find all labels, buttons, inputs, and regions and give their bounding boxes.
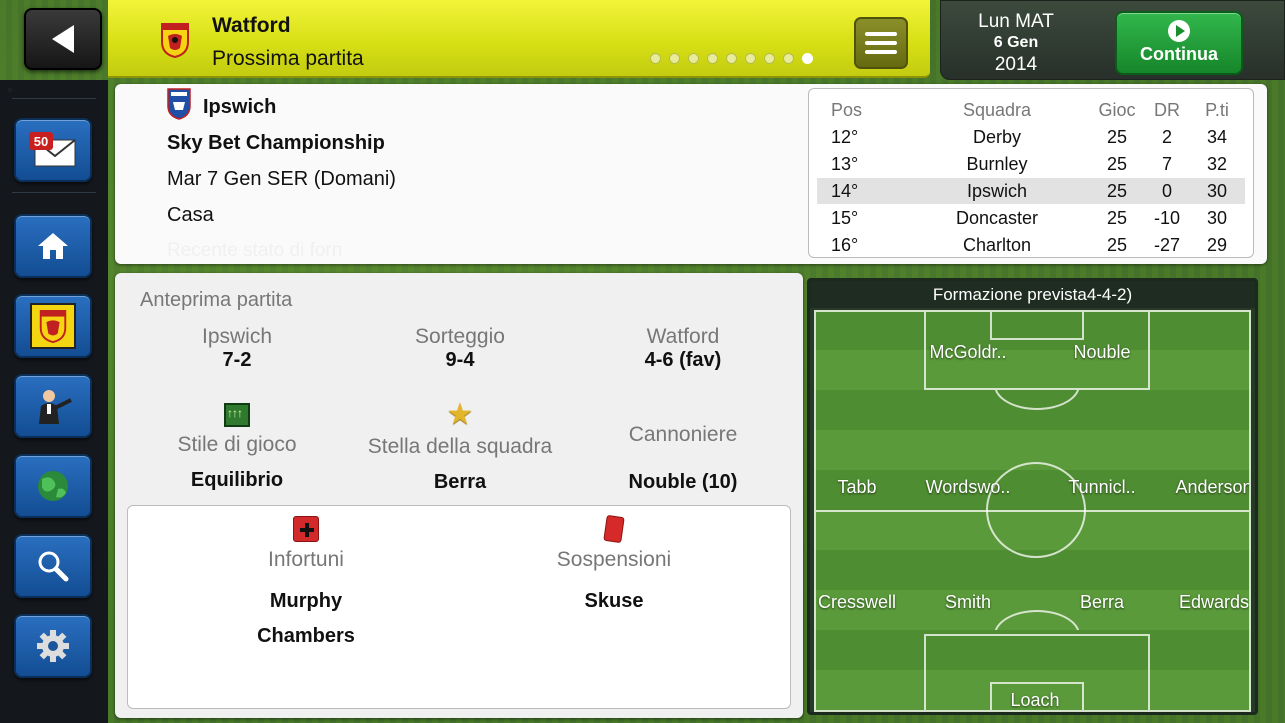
sidebar: 50 [0, 80, 108, 723]
sidebar-item-home[interactable] [14, 214, 92, 278]
sidebar-item-manager[interactable] [14, 374, 92, 438]
sidebar-item-club[interactable] [14, 294, 92, 358]
injuries-section: Infortuni Murphy Chambers [196, 516, 416, 648]
player-defender[interactable]: Edwards [1159, 592, 1249, 613]
player-midfielder[interactable]: Wordswo.. [913, 477, 1023, 498]
page-dot[interactable] [764, 53, 775, 64]
absences-card: Infortuni Murphy Chambers Sospensioni Sk… [127, 505, 791, 709]
table-header: Pos Squadra Gioc DR P.ti [831, 100, 1229, 120]
predicted-formation[interactable]: Formazione prevista4-4-2) McGoldr.. Noub… [807, 278, 1258, 715]
sidebar-item-settings[interactable] [14, 614, 92, 678]
page-dot[interactable] [650, 53, 661, 64]
hamburger-menu-icon [865, 32, 897, 36]
home-icon [38, 233, 68, 259]
page-dot[interactable] [726, 53, 737, 64]
star-player: ★ Stella della squadra Berra [350, 398, 570, 494]
injured-player[interactable]: Chambers [196, 625, 416, 648]
ipswich-crest-icon [167, 88, 191, 120]
league-table[interactable]: Pos Squadra Gioc DR P.ti 12° Derby 25 2 … [808, 88, 1254, 258]
player-defender[interactable]: Berra [1047, 592, 1157, 613]
player-defender[interactable]: Smith [913, 592, 1023, 613]
match-preview-panel: Anteprima partita Ipswich 7-2 Sorteggio … [115, 273, 803, 718]
preview-title: Anteprima partita [140, 289, 293, 311]
table-row[interactable]: 15° Doncaster 25 -10 30 [817, 205, 1245, 231]
sidebar-item-search[interactable] [14, 534, 92, 598]
star-icon: ★ [446, 398, 474, 431]
player-midfielder[interactable]: Tunnicl.. [1047, 477, 1157, 498]
inbox-count: 50 [34, 134, 48, 149]
pitch-line [990, 312, 1084, 340]
top-scorer: Cannoniere Nouble (10) [628, 423, 738, 493]
next-match-panel: Ipswich Sky Bet Championship Mar 7 Gen S… [115, 84, 1267, 264]
manager-icon [39, 390, 72, 424]
page-dot[interactable] [745, 53, 756, 64]
injury-icon [293, 516, 319, 542]
sidebar-item-world[interactable] [14, 454, 92, 518]
suspensions-section: Sospensioni Skuse [504, 514, 724, 613]
page-dot[interactable] [688, 53, 699, 64]
page-dot[interactable] [783, 53, 794, 64]
player-midfielder[interactable]: Tabb [816, 477, 912, 498]
odds-home: Ipswich 7-2 [201, 325, 273, 371]
table-row-highlighted[interactable]: 14° Ipswich 25 0 30 [817, 178, 1245, 204]
page-dot[interactable] [669, 53, 680, 64]
team-title: Watford [212, 14, 291, 37]
table-row[interactable]: 13° Burnley 25 7 32 [817, 151, 1245, 177]
table-row[interactable]: 12° Derby 25 2 34 [817, 124, 1245, 150]
odds-draw: Sorteggio 9-4 [415, 325, 505, 371]
gear-icon [37, 630, 69, 662]
suspended-player[interactable]: Skuse [504, 590, 724, 613]
player-forward[interactable]: Nouble [1047, 342, 1157, 363]
page-subtitle: Prossima partita [212, 47, 364, 70]
back-arrow-icon [52, 25, 74, 53]
page-indicator[interactable] [650, 53, 813, 64]
menu-button[interactable] [854, 17, 908, 69]
player-midfielder[interactable]: Anderson [1159, 477, 1249, 498]
player-defender[interactable]: Cresswell [816, 592, 912, 613]
play-style-icon [224, 403, 250, 427]
page-dot[interactable] [707, 53, 718, 64]
club-crest-icon [39, 309, 67, 343]
play-icon [1168, 20, 1190, 42]
red-card-icon [603, 514, 625, 544]
mail-icon: 50 [29, 132, 76, 167]
formation-title: Formazione prevista4-4-2) [810, 281, 1255, 308]
date-year: 2014 [994, 54, 1038, 75]
header-bar: Watford Prossima partita [108, 0, 930, 78]
date-panel: Lun MAT 6 Gen 2014 Continua [940, 0, 1285, 80]
continue-button[interactable]: Continua [1115, 11, 1243, 75]
injured-player[interactable]: Murphy [196, 590, 416, 613]
opponent-name[interactable]: Ipswich [203, 96, 276, 119]
back-button[interactable] [24, 8, 102, 70]
player-goalkeeper[interactable]: Loach [980, 690, 1090, 710]
continue-label: Continua [1140, 44, 1218, 64]
odds-away: Watford 4-6 (fav) [644, 325, 722, 371]
match-date: Mar 7 Gen SER (Domani) [167, 168, 396, 190]
table-row[interactable]: 16° Charlton 25 -27 29 [817, 232, 1245, 258]
play-style: Stile di gioco Equilibrio [127, 403, 347, 492]
competition-name[interactable]: Sky Bet Championship [167, 132, 385, 155]
date-date: 6 Gen [993, 34, 1039, 51]
sidebar-item-inbox[interactable]: 50 [14, 118, 92, 182]
page-dot-active[interactable] [802, 53, 813, 64]
date-day: Lun MAT [978, 11, 1054, 32]
pitch: McGoldr.. Nouble Tabb Wordswo.. Tunnicl.… [814, 310, 1251, 712]
search-icon [38, 551, 69, 582]
recent-form-label: Recente stato di forn [167, 240, 343, 261]
watford-crest-icon [161, 23, 189, 58]
match-venue: Casa [167, 204, 214, 226]
player-forward[interactable]: McGoldr.. [913, 342, 1023, 363]
globe-icon [38, 471, 68, 501]
